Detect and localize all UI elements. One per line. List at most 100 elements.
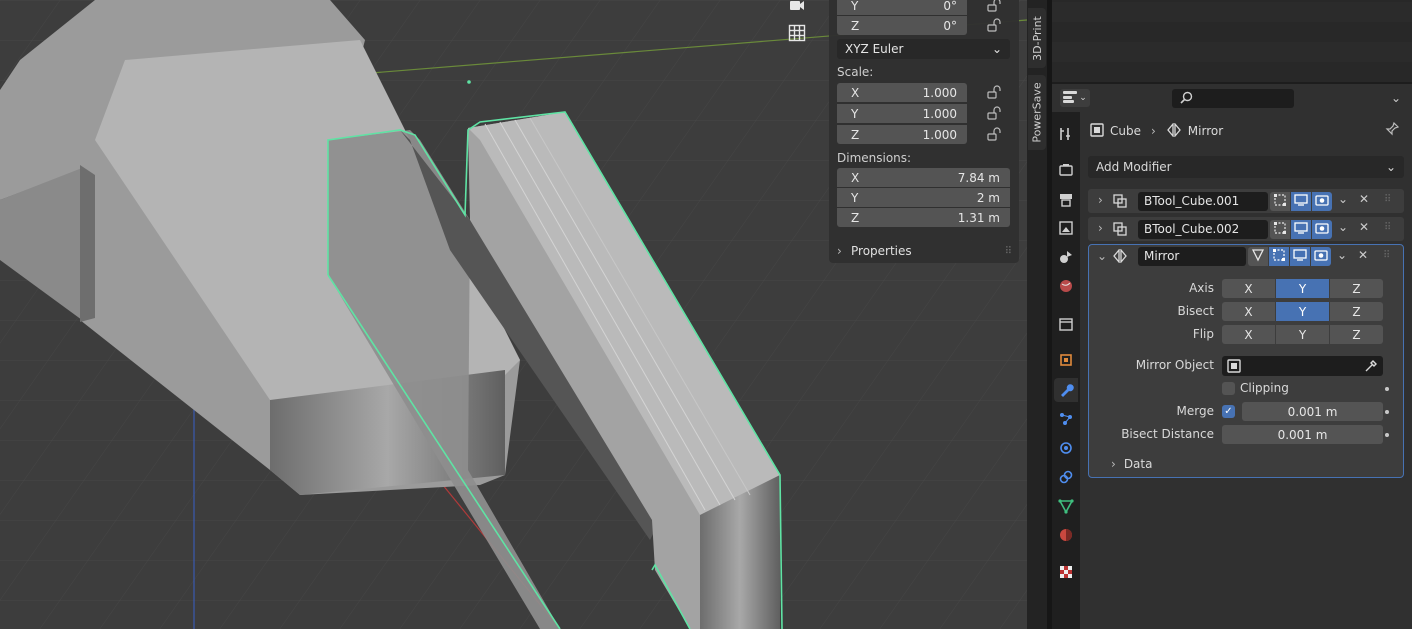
merge-label: Merge (1176, 404, 1214, 418)
particles-icon[interactable] (1054, 407, 1078, 431)
view-layer-icon[interactable] (1054, 216, 1078, 240)
scale-x-field[interactable]: X 1.000 (837, 83, 967, 102)
close-icon[interactable]: ✕ (1358, 248, 1368, 262)
merge-checkbox[interactable]: ✓ (1222, 405, 1235, 418)
clipping-checkbox[interactable] (1222, 381, 1235, 395)
breadcrumb-modifier: Mirror (1187, 124, 1224, 138)
keyframe-dot-icon[interactable] (1385, 433, 1389, 437)
viewport-toggle[interactable] (1290, 247, 1310, 266)
dimension-y-field[interactable]: Y2 m (837, 188, 1010, 207)
bisect-y-toggle[interactable]: Y (1276, 302, 1329, 321)
scale-y-field[interactable]: Y 1.000 (837, 104, 967, 123)
edit-mode-toggle[interactable] (1270, 192, 1290, 211)
rotation-mode-select[interactable]: XYZ Euler ⌄ (837, 39, 1010, 59)
mirror-modifier-icon (1112, 248, 1128, 266)
chevron-down-icon[interactable]: ⌄ (1097, 249, 1107, 263)
lock-icon[interactable] (987, 106, 1003, 122)
keyframe-dot-icon[interactable] (1385, 387, 1389, 391)
grid-icon[interactable] (786, 22, 808, 44)
edit-mode-toggle[interactable] (1269, 247, 1289, 266)
close-icon[interactable]: ✕ (1359, 192, 1369, 206)
boolean-modifier-icon (1112, 193, 1128, 212)
dimension-x-field[interactable]: X 7.84 m (837, 168, 1010, 187)
outliner-area[interactable] (1052, 0, 1412, 82)
on-cage-toggle[interactable] (1248, 247, 1268, 266)
chevron-down-icon: ⌄ (991, 42, 1002, 56)
output-icon[interactable] (1054, 188, 1078, 212)
search-input[interactable] (1172, 89, 1294, 108)
flip-x-toggle[interactable]: X (1222, 325, 1275, 344)
modifier-name-field[interactable]: Mirror (1138, 247, 1246, 266)
rotation-y-field[interactable]: Y 0° (837, 0, 967, 15)
flip-z-toggle[interactable]: Z (1330, 325, 1383, 344)
scale-z-field[interactable]: Z 1.000 (837, 125, 967, 144)
modifier-name-field[interactable]: BTool_Cube.002 (1138, 220, 1268, 239)
viewport-toggle[interactable] (1291, 192, 1311, 211)
data-subpanel-header[interactable]: › Data (1111, 457, 1152, 471)
mirror-object-field[interactable] (1222, 356, 1383, 376)
lock-icon[interactable] (987, 18, 1003, 34)
mesh-data-icon[interactable] (1054, 494, 1078, 518)
chevron-down-icon[interactable]: ⌄ (1385, 89, 1407, 107)
close-icon[interactable]: ✕ (1359, 220, 1369, 234)
axis-z-toggle[interactable]: Z (1330, 279, 1383, 298)
drag-handle-icon[interactable]: ⠿ (1005, 246, 1012, 257)
tool-settings-icon[interactable] (1054, 122, 1078, 146)
viewport-toggle[interactable] (1291, 220, 1311, 239)
scene-icon[interactable] (1054, 245, 1078, 269)
object-icon[interactable] (1054, 348, 1078, 372)
world-icon[interactable] (1054, 274, 1078, 298)
chevron-down-icon[interactable]: ⌄ (1338, 220, 1348, 234)
camera-icon[interactable] (786, 0, 808, 16)
material-icon[interactable] (1054, 523, 1078, 547)
bisect-distance-label: Bisect Distance (1121, 427, 1214, 441)
collection-icon[interactable] (1054, 312, 1078, 336)
edit-mode-icon (1273, 221, 1287, 238)
dimension-z-field[interactable]: Z 1.31 m (837, 208, 1010, 227)
edit-mode-toggle[interactable] (1270, 220, 1290, 239)
edit-mode-icon (1272, 248, 1286, 265)
clipping-checkbox-row[interactable]: Clipping (1222, 381, 1289, 395)
render-icon[interactable] (1054, 158, 1078, 182)
chevron-down-icon[interactable]: ⌄ (1337, 248, 1347, 262)
render-toggle[interactable] (1311, 247, 1331, 266)
axis-y-toggle[interactable]: Y (1276, 279, 1329, 298)
properties-header: ⌄ ⌄ (1052, 84, 1412, 112)
bisect-z-toggle[interactable]: Z (1330, 302, 1383, 321)
constraints-icon[interactable] (1054, 465, 1078, 489)
drag-handle-icon[interactable]: ⠿ (1383, 250, 1390, 261)
lock-icon[interactable] (987, 85, 1003, 101)
merge-distance-field[interactable]: 0.001 m (1242, 402, 1383, 421)
axis-x-toggle[interactable]: X (1222, 279, 1275, 298)
tab-3d-print[interactable]: 3D-Print (1028, 8, 1046, 68)
properties-subpanel-header[interactable]: › Properties ⠿ (829, 240, 1019, 262)
keyframe-dot-icon[interactable] (1385, 410, 1389, 414)
physics-icon[interactable] (1054, 436, 1078, 460)
render-toggle[interactable] (1312, 192, 1332, 211)
bisect-x-toggle[interactable]: X (1222, 302, 1275, 321)
lock-icon[interactable] (987, 0, 1003, 14)
modifier-wrench-icon[interactable] (1054, 378, 1078, 402)
mirror-object-label: Mirror Object (1135, 358, 1214, 372)
chevron-right-icon: › (1150, 124, 1156, 138)
eyedropper-icon[interactable] (1364, 359, 1378, 376)
render-toggle[interactable] (1312, 220, 1332, 239)
chevron-right-icon[interactable]: › (1098, 221, 1103, 235)
rotation-z-field[interactable]: Z 0° (837, 16, 967, 35)
modifier-name-field[interactable]: BTool_Cube.001 (1138, 192, 1268, 211)
chevron-down-icon[interactable]: ⌄ (1338, 192, 1348, 206)
3d-viewport[interactable]: Y 0° Z 0° XYZ Euler ⌄ Scale: X 1.000 Y 1.000… (0, 0, 1027, 629)
flip-y-toggle[interactable]: Y (1276, 325, 1329, 344)
dimensions-label: Dimensions: (837, 151, 912, 165)
pin-icon[interactable] (1385, 121, 1400, 139)
editor-type-button[interactable]: ⌄ (1060, 89, 1090, 107)
lock-icon[interactable] (987, 127, 1003, 143)
texture-icon[interactable] (1054, 560, 1078, 584)
bisect-toggle-group: X Y Z (1222, 302, 1383, 321)
add-modifier-select[interactable]: Add Modifier ⌄ (1088, 156, 1404, 178)
chevron-right-icon[interactable]: › (1098, 193, 1103, 207)
tab-powersave[interactable]: PowerSave (1028, 75, 1046, 150)
bisect-distance-field[interactable]: 0.001 m (1222, 425, 1383, 444)
drag-handle-icon[interactable]: ⠿ (1384, 222, 1391, 233)
drag-handle-icon[interactable]: ⠿ (1384, 194, 1391, 205)
